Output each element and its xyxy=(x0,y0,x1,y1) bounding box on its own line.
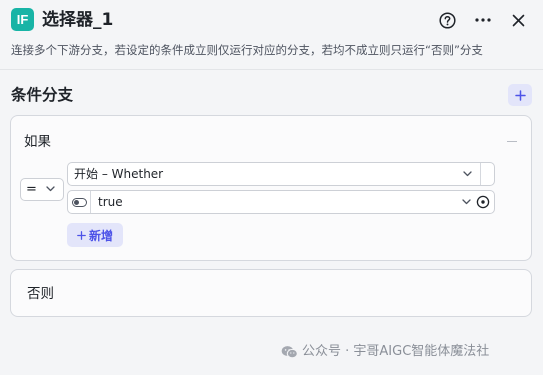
if-branch-label: 如果 xyxy=(24,134,51,150)
operator-value: = xyxy=(26,182,37,197)
if-branch-card: 如果 = 开始 – Whether true 新增 xyxy=(10,115,532,261)
target-icon xyxy=(476,195,490,209)
plus-icon xyxy=(514,89,526,101)
chevron-down-icon xyxy=(463,171,472,177)
variable-reference-button[interactable] xyxy=(475,194,491,210)
watermark: 公众号 · 宇哥AIGC智能体魔法社 xyxy=(281,343,489,361)
more-button[interactable] xyxy=(472,9,494,31)
node-title[interactable]: 选择器_1 xyxy=(42,7,113,33)
section-title: 条件分支 xyxy=(11,86,74,104)
watermark-text: 公众号 · 宇哥AIGC智能体魔法社 xyxy=(302,344,490,359)
else-branch-card: 否则 xyxy=(10,269,532,317)
add-condition-button[interactable]: 新增 xyxy=(67,223,123,247)
add-branch-button[interactable] xyxy=(508,84,532,106)
selector-node-panel: IF 选择器_1 连接多个下游分支，若设定的条件成立则仅运行对应的分支，若均不成… xyxy=(0,0,543,375)
close-icon xyxy=(512,14,524,26)
wechat-icon xyxy=(281,346,298,359)
left-operand-select[interactable]: 开始 – Whether xyxy=(67,162,495,186)
help-button[interactable] xyxy=(436,9,458,31)
toggle-icon xyxy=(71,197,87,207)
field-divider xyxy=(480,163,481,185)
value-type-toggle[interactable] xyxy=(68,191,91,213)
panel-header: IF 选择器_1 连接多个下游分支，若设定的条件成立则仅运行对应的分支，若均不成… xyxy=(0,0,543,70)
more-horizontal-icon xyxy=(475,18,491,22)
collapse-icon[interactable] xyxy=(507,141,517,142)
left-operand-value: 开始 – Whether xyxy=(74,167,164,181)
else-branch-label: 否则 xyxy=(27,286,54,302)
chevron-down-icon xyxy=(462,199,471,205)
add-condition-label: 新增 xyxy=(88,228,113,243)
plus-icon xyxy=(77,230,86,240)
right-operand-select[interactable]: true xyxy=(67,190,495,214)
node-description: 连接多个下游分支，若设定的条件成立则仅运行对应的分支，若均不成立则只运行“否则”… xyxy=(11,43,483,57)
right-operand-value: true xyxy=(98,195,123,209)
help-circle-icon xyxy=(438,11,456,29)
operator-select[interactable]: = xyxy=(20,178,64,201)
if-node-icon: IF xyxy=(11,8,34,31)
chevron-down-icon xyxy=(46,186,55,192)
close-button[interactable] xyxy=(507,9,529,31)
